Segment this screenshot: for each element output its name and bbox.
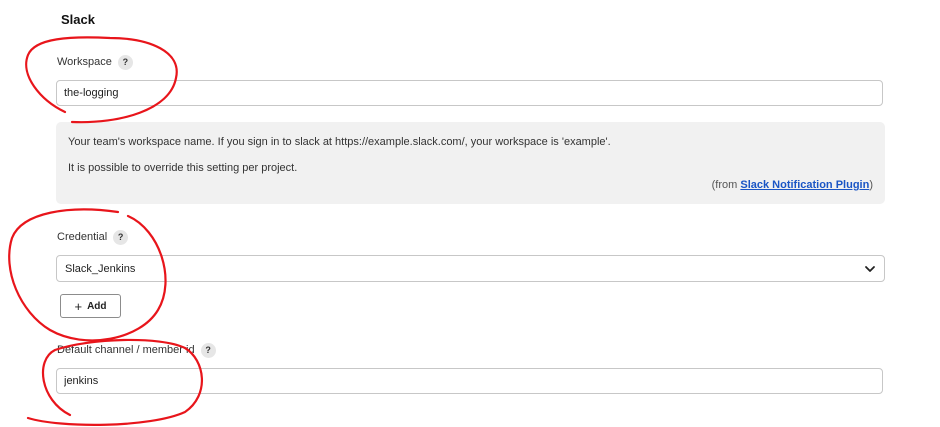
help-source-suffix: ): [869, 179, 873, 191]
workspace-help-text-2: It is possible to override this setting …: [68, 162, 298, 174]
annotation-overlay: [8, 36, 203, 426]
plus-icon: +: [74, 298, 83, 314]
channel-label-row: Default channel / member id ?: [57, 342, 216, 358]
workspace-help-icon[interactable]: ?: [117, 54, 133, 70]
help-source: (from Slack Notification Plugin): [712, 179, 873, 191]
add-credential-button[interactable]: + Add: [60, 294, 121, 318]
add-button-label: Add: [87, 300, 107, 312]
channel-input[interactable]: [56, 368, 883, 394]
channel-label: Default channel / member id: [57, 344, 195, 356]
credential-help-icon[interactable]: ?: [113, 229, 129, 245]
credential-selected-value: Slack_Jenkins: [65, 262, 136, 275]
plugin-link[interactable]: Slack Notification Plugin: [740, 179, 869, 191]
section-title: Slack: [61, 12, 95, 27]
workspace-help-text-1: Your team's workspace name. If you sign …: [68, 136, 611, 148]
workspace-help-box: Your team's workspace name. If you sign …: [56, 122, 885, 204]
credential-label-row: Credential ?: [57, 229, 129, 245]
workspace-label-row: Workspace ?: [57, 54, 133, 70]
channel-help-icon[interactable]: ?: [200, 342, 216, 358]
workspace-label: Workspace: [57, 56, 112, 68]
help-source-prefix: (from: [711, 179, 741, 191]
credential-label: Credential: [57, 231, 108, 243]
credential-select[interactable]: Slack_Jenkins: [56, 255, 885, 282]
workspace-input[interactable]: [56, 80, 883, 106]
chevron-down-icon: [864, 263, 876, 275]
